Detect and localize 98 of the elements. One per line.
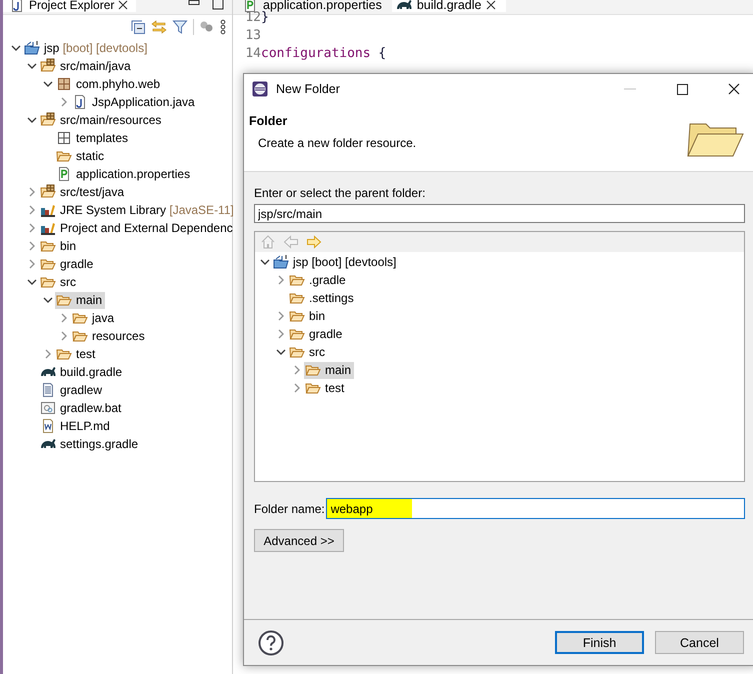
chevron-down-icon[interactable] (43, 79, 53, 89)
eclipse-icon (252, 81, 268, 97)
folder-name-field[interactable]: webapp (326, 498, 745, 519)
filter-icon[interactable] (172, 19, 188, 35)
tree-item[interactable]: build.gradle (39, 364, 126, 380)
help-icon[interactable] (258, 630, 284, 656)
chevron-right-icon[interactable] (276, 329, 286, 339)
tree-item[interactable]: main (55, 292, 106, 308)
minimize-icon[interactable] (188, 0, 200, 8)
folder-name-label: Folder name: (254, 502, 325, 516)
tree-item[interactable]: test (55, 346, 98, 362)
page-title: Folder (249, 114, 288, 128)
tree-item[interactable]: src (288, 344, 328, 360)
parent-folder-label: Enter or select the parent folder: (254, 186, 426, 200)
tree-item[interactable]: JspApplication.java (71, 94, 198, 110)
link-arrows-icon[interactable] (151, 19, 167, 35)
collapse-all-icon[interactable] (130, 19, 146, 35)
tree-item[interactable]: .gradle (288, 272, 349, 288)
maximize-icon[interactable] (676, 84, 688, 94)
line-number: 13 (244, 27, 261, 45)
tree-item[interactable]: templates (55, 130, 132, 146)
editor-tab[interactable]: application.properties (238, 0, 392, 12)
close-icon[interactable] (486, 0, 496, 10)
tree-item[interactable]: resources (71, 328, 148, 344)
code-line: configurations { (261, 45, 386, 63)
close-icon[interactable] (728, 83, 740, 95)
chevron-right-icon[interactable] (27, 259, 37, 269)
document-icon (40, 418, 56, 434)
tree-item[interactable]: test (304, 380, 348, 396)
properties-file-icon (56, 166, 72, 182)
explorer-tab[interactable]: Project Explorer (3, 0, 136, 12)
tree-item[interactable]: java (71, 310, 118, 326)
tree-item[interactable]: bin (39, 238, 80, 254)
code-line: } (261, 10, 269, 27)
source-folder-icon (40, 184, 56, 200)
advanced-button[interactable]: Advanced >> (254, 529, 344, 552)
chevron-right-icon[interactable] (292, 365, 302, 375)
chevron-down-icon[interactable] (27, 277, 37, 287)
dialog-button[interactable]: Finish (555, 631, 644, 654)
tree-item[interactable]: application.properties (55, 166, 194, 182)
tree-item[interactable]: gradle (288, 326, 346, 342)
tree-item[interactable]: jsp [boot] [devtools] (23, 40, 150, 56)
tree-item[interactable]: main (304, 362, 354, 378)
tree-item[interactable]: gradle (39, 256, 96, 272)
chevron-right-icon[interactable] (27, 187, 37, 197)
editor-tab[interactable]: build.gradle (392, 0, 506, 12)
tree-item[interactable]: settings.gradle (39, 436, 142, 452)
chevron-right-icon[interactable] (27, 223, 37, 233)
tree-item[interactable]: src (39, 274, 79, 290)
maximize-icon[interactable] (212, 0, 224, 10)
tree-item[interactable]: src/main/resources (39, 112, 164, 128)
tree-item[interactable]: gradlew (39, 382, 106, 398)
source-folder-icon (40, 112, 56, 128)
chevron-right-icon[interactable] (292, 383, 302, 393)
tree-item[interactable]: bin (288, 308, 328, 324)
package-icon (56, 130, 72, 146)
more-options-icon[interactable] (220, 19, 226, 35)
java-file-icon (72, 94, 88, 110)
tree-item[interactable]: Project and External Dependenc (39, 220, 236, 236)
project-folder-icon (24, 40, 40, 56)
project-folder-icon (273, 254, 289, 270)
window-title: New Folder (276, 82, 340, 96)
tree-item[interactable]: HELP.md (39, 418, 113, 434)
tree-item[interactable]: JRE System Library [JavaSE-11] (39, 202, 237, 218)
tree-item[interactable]: gradlew.bat (39, 400, 124, 416)
close-icon[interactable] (118, 0, 128, 10)
chevron-down-icon[interactable] (43, 295, 53, 305)
parent-folder-field[interactable]: jsp/src/main (254, 204, 745, 223)
tree-item[interactable]: jsp [boot] [devtools] (272, 254, 400, 270)
chevron-right-icon[interactable] (43, 349, 53, 359)
tree-item[interactable]: .settings (288, 290, 357, 306)
chevron-right-icon[interactable] (27, 205, 37, 215)
chevron-down-icon[interactable] (11, 43, 21, 53)
chevron-right-icon[interactable] (59, 331, 69, 341)
tree-item[interactable]: src/main/java (39, 58, 134, 74)
forward-arrow-icon[interactable] (306, 234, 322, 250)
chevron-down-icon[interactable] (27, 61, 37, 71)
chevron-down-icon[interactable] (260, 257, 270, 267)
gears-file-icon (40, 400, 56, 416)
chevron-right-icon[interactable] (59, 97, 69, 107)
line-number: 14 (244, 45, 261, 63)
dialog-button[interactable]: Cancel (655, 631, 744, 654)
chevron-down-icon[interactable] (276, 347, 286, 357)
books-icon (40, 202, 56, 218)
books-icon (40, 220, 56, 236)
chevron-down-icon[interactable] (27, 115, 37, 125)
source-folder-icon (40, 58, 56, 74)
package-icon (56, 76, 72, 92)
page-description: Create a new folder resource. (257, 136, 418, 150)
chevron-right-icon[interactable] (276, 275, 286, 285)
text-file-icon (40, 382, 56, 398)
chevron-right-icon[interactable] (59, 313, 69, 323)
tree-item[interactable]: src/test/java (39, 184, 128, 200)
tree-item[interactable]: static (55, 148, 108, 164)
chevron-right-icon[interactable] (27, 241, 37, 251)
chevron-right-icon[interactable] (276, 311, 286, 321)
line-number: 12 (244, 9, 261, 27)
tree-item[interactable]: com.phyho.web (55, 76, 164, 92)
